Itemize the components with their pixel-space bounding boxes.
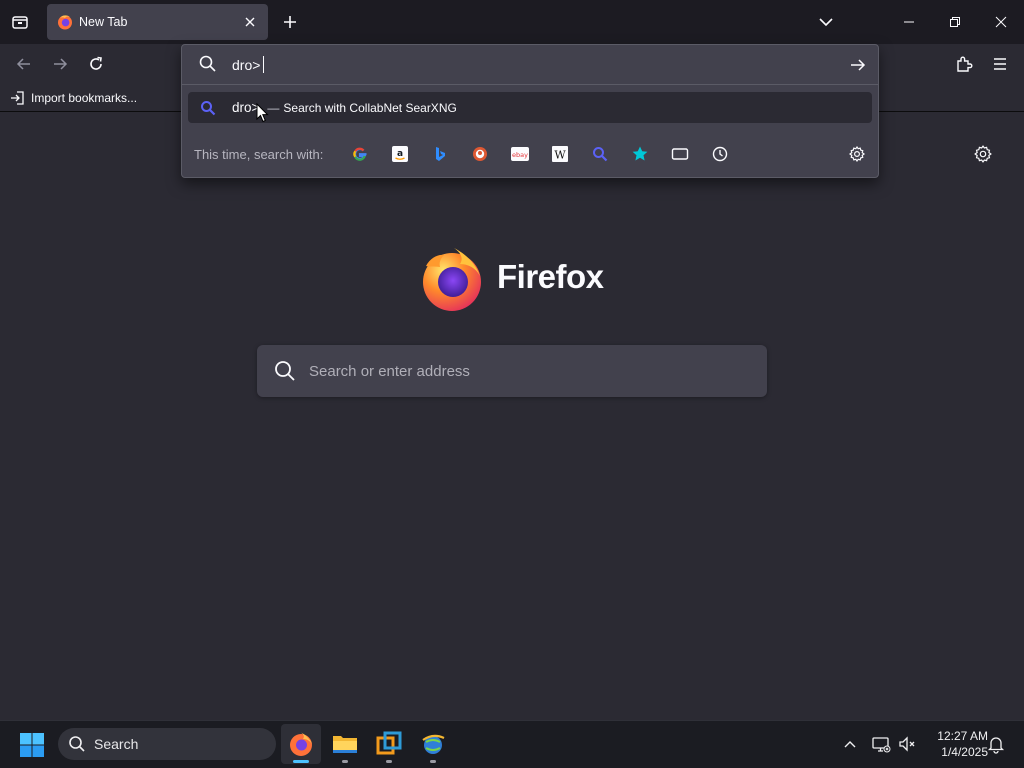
taskbar-search-box[interactable]: Search (58, 728, 276, 760)
firefox-wordmark: Firefox (497, 258, 604, 295)
notification-bell-icon[interactable] (986, 734, 1006, 754)
text-caret (263, 56, 264, 73)
running-indicator (430, 760, 436, 763)
running-indicator (342, 760, 348, 763)
chevron-down-icon (819, 18, 833, 27)
wikipedia-icon: W (552, 146, 568, 162)
extensions-button[interactable] (952, 52, 976, 76)
folder-icon (333, 736, 357, 753)
search-icon (275, 361, 295, 381)
urlbar-suggestion-row[interactable]: dro> — Search with CollabNet SearXNG (188, 92, 872, 123)
duckduckgo-icon (473, 147, 487, 161)
list-all-tabs-button[interactable] (812, 8, 840, 36)
ebay-icon: ebay (511, 147, 529, 161)
tab-new-tab[interactable]: New Tab (47, 4, 268, 40)
searxng-search-icon (593, 147, 608, 162)
tab-icon (671, 148, 689, 160)
oneoff-searxng-button[interactable] (590, 144, 610, 164)
taskbar-network-app[interactable] (413, 724, 453, 764)
firefox-view-icon (12, 16, 28, 29)
search-icon (199, 55, 216, 72)
minimize-button[interactable] (886, 0, 932, 44)
close-icon (245, 17, 255, 27)
search-icon (69, 736, 85, 752)
oneoff-google-button[interactable] (350, 144, 370, 164)
amazon-icon: a (392, 146, 408, 162)
system-clock[interactable]: 12:27 AM 1/4/2025 (922, 728, 988, 760)
oneoff-duckduckgo-button[interactable] (470, 144, 490, 164)
minimize-icon (904, 21, 914, 23)
oneoff-bing-button[interactable] (430, 144, 450, 164)
forward-arrow-icon (54, 58, 68, 70)
close-icon (995, 16, 1007, 28)
chevron-up-icon (844, 741, 856, 748)
open-menu-button[interactable] (988, 52, 1012, 76)
firefox-view-button[interactable] (6, 8, 34, 36)
svg-text:a: a (397, 149, 403, 159)
import-bookmarks-label: Import bookmarks... (31, 91, 138, 105)
taskbar-firefox[interactable] (281, 724, 321, 764)
firefox-icon (290, 732, 312, 756)
back-arrow-icon (16, 58, 30, 70)
personalize-new-tab-button[interactable] (970, 141, 996, 167)
import-bookmarks-button[interactable]: Import bookmarks... (10, 88, 137, 108)
arrow-right-icon (851, 59, 866, 71)
mouse-cursor-icon (256, 103, 269, 123)
suggestion-action: Search with CollabNet SearXNG (283, 100, 457, 115)
taskbar-file-explorer[interactable] (325, 724, 365, 764)
searxng-search-icon (201, 100, 216, 115)
firefox-logo (423, 248, 481, 311)
oneoff-search-label: This time, search with: (194, 147, 324, 162)
import-icon (11, 91, 24, 105)
taskbar-vmware[interactable] (369, 724, 409, 764)
newtab-search-placeholder: Search or enter address (309, 362, 470, 380)
oneoff-wikipedia-button[interactable]: W (550, 144, 570, 164)
taskbar-search-label: Search (94, 736, 139, 752)
back-button[interactable] (10, 50, 38, 78)
urlbar-go-button[interactable] (846, 53, 870, 77)
tab-title: New Tab (79, 15, 128, 29)
newtab-search-input[interactable]: Search or enter address (257, 345, 767, 397)
bing-icon (436, 147, 445, 161)
clock-icon (712, 146, 728, 162)
close-window-button[interactable] (978, 0, 1024, 44)
new-tab-page (0, 113, 1024, 720)
running-indicator (386, 760, 392, 763)
oneoff-ebay-button[interactable]: ebay (510, 144, 530, 164)
hamburger-menu-icon (994, 58, 1006, 70)
star-icon (632, 146, 648, 161)
network-status-icon[interactable] (871, 734, 891, 754)
oneoff-tabs-button[interactable] (670, 144, 690, 164)
forward-button[interactable] (46, 50, 74, 78)
oneoff-bookmarks-button[interactable] (630, 144, 650, 164)
restore-icon (950, 17, 960, 27)
plus-icon (284, 16, 296, 28)
active-indicator (293, 760, 309, 763)
urlbar-typed-text[interactable]: dro> (232, 57, 260, 73)
gear-icon (849, 146, 865, 162)
restore-button[interactable] (932, 0, 978, 44)
reload-button[interactable] (82, 50, 110, 78)
network-globe-icon (422, 734, 445, 754)
gear-icon (974, 145, 992, 163)
close-tab-button[interactable] (238, 10, 262, 34)
clock-time: 12:27 AM (937, 729, 988, 743)
search-settings-button[interactable] (847, 144, 867, 164)
puzzle-piece-icon (957, 56, 973, 72)
firefox-favicon-icon (58, 15, 72, 30)
google-icon (353, 147, 367, 161)
vmware-icon (376, 731, 402, 755)
reload-icon (90, 56, 102, 70)
svg-text:ebay: ebay (512, 151, 528, 159)
new-tab-button[interactable] (276, 8, 304, 36)
show-hidden-icons-button[interactable] (840, 734, 860, 754)
clock-date: 1/4/2025 (941, 745, 988, 759)
volume-muted-icon[interactable] (897, 734, 917, 754)
svg-text:W: W (554, 149, 566, 162)
windows-start-icon[interactable] (18, 731, 46, 759)
oneoff-history-button[interactable] (710, 144, 730, 164)
urlbar-input[interactable] (182, 45, 878, 85)
oneoff-amazon-button[interactable]: a (390, 144, 410, 164)
